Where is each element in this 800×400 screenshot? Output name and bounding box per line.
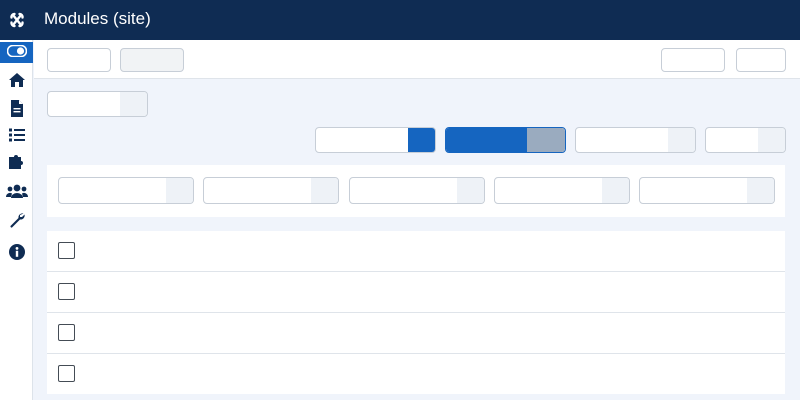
row-checkbox[interactable] [58, 283, 75, 300]
sidebar-item-home[interactable] [0, 71, 33, 93]
table-row [47, 272, 785, 313]
client-select-caret [120, 92, 147, 116]
filter-state-select[interactable] [58, 177, 194, 204]
filter-options-label-area [446, 128, 528, 152]
search-icon[interactable] [408, 128, 435, 152]
toggle-menu-icon [6, 44, 27, 62]
help-button[interactable] [736, 48, 786, 72]
options-button[interactable] [661, 48, 725, 72]
sidebar-item-users[interactable] [0, 182, 33, 204]
table-row [47, 354, 785, 395]
sidebar [0, 40, 33, 400]
filter-position-caret [311, 178, 338, 203]
file-icon [10, 100, 24, 122]
sidebar-item-menus[interactable] [0, 126, 33, 148]
row-checkbox[interactable] [58, 324, 75, 341]
sidebar-toggle-item[interactable] [0, 42, 33, 63]
sidebar-item-content[interactable] [0, 100, 33, 122]
list-icon [8, 128, 25, 147]
search-input[interactable] [315, 127, 436, 153]
limit-select[interactable] [705, 127, 786, 153]
ordering-select-caret [668, 128, 695, 152]
filter-type-caret [457, 178, 484, 203]
filter-access-caret [602, 178, 629, 203]
client-select[interactable] [47, 91, 148, 117]
filter-type-select[interactable] [349, 177, 485, 204]
sidebar-item-help[interactable] [0, 243, 33, 265]
filter-options-button[interactable] [445, 127, 566, 153]
limit-select-caret [758, 128, 785, 152]
clear-button[interactable] [527, 128, 565, 152]
modules-table [47, 231, 785, 394]
joomla-logo-icon[interactable] [0, 0, 33, 40]
table-row [47, 313, 785, 354]
sidebar-item-system[interactable] [0, 211, 33, 233]
sidebar-item-extensions[interactable] [0, 153, 33, 175]
filter-language-select[interactable] [639, 177, 775, 204]
home-icon [8, 72, 26, 93]
info-icon [8, 243, 25, 265]
header-bar: Modules (site) [0, 0, 800, 40]
table-row-header [47, 231, 785, 272]
users-icon [5, 184, 28, 203]
ordering-select[interactable] [575, 127, 696, 153]
filter-access-select[interactable] [494, 177, 630, 204]
wrench-icon [9, 212, 25, 233]
page-title: Modules (site) [44, 9, 151, 28]
select-all-checkbox[interactable] [58, 242, 75, 259]
actions-button[interactable] [120, 48, 184, 72]
row-checkbox[interactable] [58, 365, 75, 382]
new-button[interactable] [47, 48, 111, 72]
filter-state-caret [166, 178, 193, 203]
filter-language-caret [747, 178, 774, 203]
filter-position-select[interactable] [203, 177, 339, 204]
puzzle-icon [8, 153, 26, 175]
